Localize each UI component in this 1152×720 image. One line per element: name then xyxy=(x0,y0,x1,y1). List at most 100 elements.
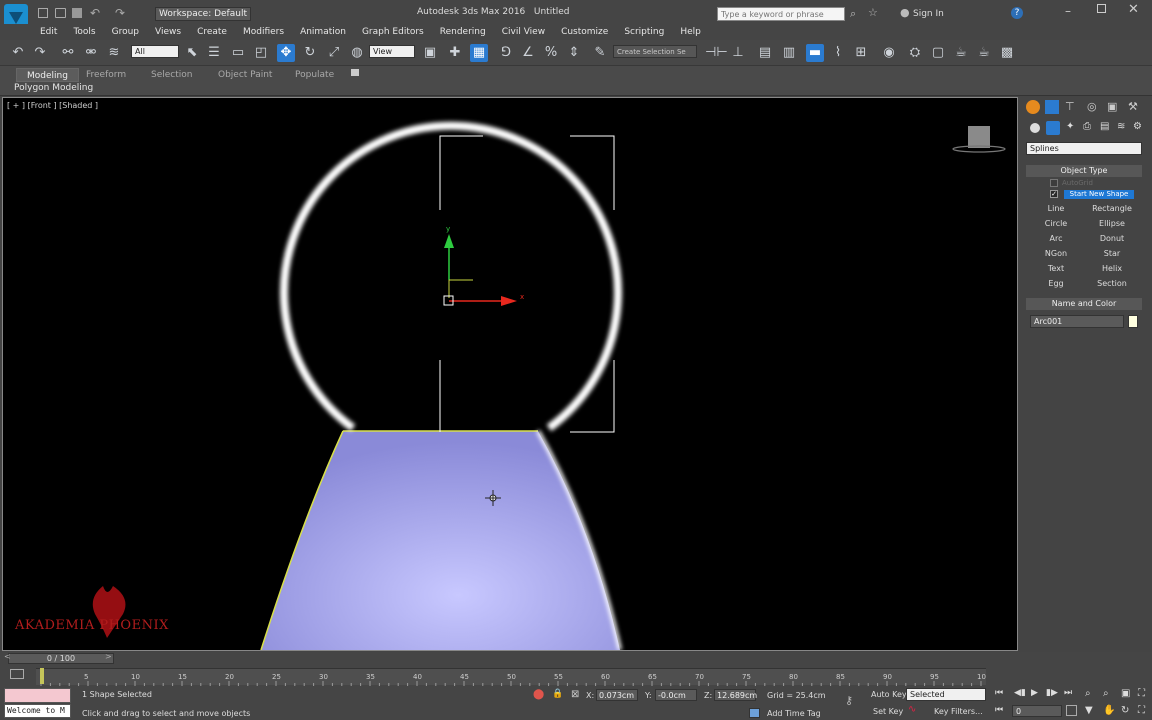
start-new-shape-checkbox[interactable]: ✓ xyxy=(1050,190,1058,198)
ribbon-options-icon[interactable] xyxy=(351,69,359,76)
create-helix-button[interactable]: Helix xyxy=(1086,262,1138,275)
autogrid-checkbox[interactable] xyxy=(1050,179,1058,187)
category-dropdown[interactable]: Splines xyxy=(1026,142,1142,155)
key-mode-dropdown[interactable]: Selected xyxy=(906,688,986,701)
key-filters-button[interactable]: Key Filters... xyxy=(934,707,983,716)
ribbon-tab-modeling[interactable]: Modeling xyxy=(16,68,79,82)
menu-create[interactable]: Create xyxy=(189,24,235,40)
select-by-name-icon[interactable]: ☰ xyxy=(205,44,223,62)
search-icon[interactable]: ⌕ xyxy=(850,7,856,21)
zoom-extents-icon[interactable]: ▣ xyxy=(1121,688,1130,699)
isolate-selection-icon[interactable]: ⬤ xyxy=(533,689,544,700)
scene-explorer-icon[interactable]: ▤ xyxy=(756,44,774,62)
current-frame-marker[interactable] xyxy=(40,668,44,684)
menu-views[interactable]: Views xyxy=(147,24,189,40)
reference-coordinate-dropdown[interactable]: View xyxy=(369,45,415,58)
select-object-icon[interactable]: ⬉ xyxy=(183,44,201,62)
undo-icon[interactable]: ↶ xyxy=(9,44,27,62)
menu-customize[interactable]: Customize xyxy=(553,24,616,40)
render-iterative-icon[interactable]: ☕ xyxy=(975,44,993,62)
category-lights-icon[interactable]: ✦ xyxy=(1066,121,1074,132)
unlink-icon[interactable]: ⚮ xyxy=(82,44,100,62)
create-text-button[interactable]: Text xyxy=(1030,262,1082,275)
time-configuration-icon[interactable] xyxy=(1066,705,1077,716)
link-icon[interactable]: ⚯ xyxy=(59,44,77,62)
star-icon[interactable]: ☆ xyxy=(868,6,878,19)
x-coordinate-field[interactable]: 0.073cm xyxy=(596,689,638,701)
create-ngon-button[interactable]: NGon xyxy=(1030,247,1082,260)
zoom-extents-all-icon[interactable]: ⛶ xyxy=(1138,688,1145,699)
quick-access-save-icon[interactable] xyxy=(72,8,82,18)
create-arc-button[interactable]: Arc xyxy=(1030,232,1082,245)
close-button[interactable]: ✕ xyxy=(1128,2,1139,17)
quick-access-open-icon[interactable] xyxy=(55,8,66,18)
create-line-button[interactable]: Line xyxy=(1030,202,1082,215)
quick-access-redo-icon[interactable]: ↷ xyxy=(115,6,125,20)
menu-tools[interactable]: Tools xyxy=(65,24,103,40)
viewport-front[interactable]: [ + ] [Front ] [Shaded ] y x AKADEMIA PH… xyxy=(2,97,1018,651)
scale-icon[interactable]: ⤢ xyxy=(325,44,343,62)
user-icon[interactable]: ● xyxy=(900,6,910,19)
select-manipulate-icon[interactable]: ✚ xyxy=(446,44,464,62)
object-name-field[interactable]: Arc001 xyxy=(1030,315,1124,328)
category-spacewarps-icon[interactable]: ≋ xyxy=(1117,121,1125,132)
maximize-viewport-icon[interactable]: ⛶ xyxy=(1138,705,1145,716)
panel-tab-display-icon[interactable]: ▣ xyxy=(1107,100,1117,113)
panel-tab-motion-icon[interactable]: ◎ xyxy=(1087,100,1097,113)
angle-snap-icon[interactable]: ∠ xyxy=(519,44,537,62)
create-donut-button[interactable]: Donut xyxy=(1086,232,1138,245)
go-to-end-icon[interactable]: ⏭ xyxy=(1064,688,1072,698)
maxscript-mini-listener-pink[interactable] xyxy=(4,688,71,703)
maxscript-mini-listener-white[interactable]: Welcome to M xyxy=(4,704,71,718)
panel-tab-modify-icon[interactable] xyxy=(1045,100,1059,114)
spinner-snap-icon[interactable]: ⇕ xyxy=(565,44,583,62)
curve-editor-icon[interactable]: ⌇ xyxy=(829,44,847,62)
render-activeshade-icon[interactable]: ▩ xyxy=(998,44,1016,62)
create-ellipse-button[interactable]: Ellipse xyxy=(1086,217,1138,230)
panel-tab-create-icon[interactable] xyxy=(1026,100,1040,114)
start-new-shape-button[interactable]: Start New Shape xyxy=(1064,190,1134,199)
redo-icon[interactable]: ↷ xyxy=(31,44,49,62)
bind-spacewarp-icon[interactable]: ≋ xyxy=(105,44,123,62)
create-section-button[interactable]: Section xyxy=(1086,277,1138,290)
menu-modifiers[interactable]: Modifiers xyxy=(235,24,292,40)
edit-named-selection-icon[interactable]: ✎ xyxy=(591,44,609,62)
key-icon[interactable]: ⚷ xyxy=(845,694,853,707)
keyboard-shortcut-override-icon[interactable]: ▦ xyxy=(470,44,488,62)
quick-access-new-icon[interactable] xyxy=(38,8,48,18)
panel-tab-hierarchy-icon[interactable]: ⊤ xyxy=(1065,100,1075,113)
minimize-button[interactable]: – xyxy=(1065,4,1071,18)
play-icon[interactable]: ▶ xyxy=(1031,688,1038,698)
panel-tab-utilities-icon[interactable]: ⚒ xyxy=(1128,100,1138,113)
category-helpers-icon[interactable]: ▤ xyxy=(1100,121,1109,132)
absolute-mode-icon[interactable]: ⊠ xyxy=(571,689,579,700)
category-geometry-icon[interactable] xyxy=(1030,123,1040,133)
mirror-icon[interactable]: ⊣⊢ xyxy=(705,44,728,62)
ribbon-tab-selection[interactable]: Selection xyxy=(141,68,202,82)
ribbon-subpanel-label[interactable]: Polygon Modeling xyxy=(14,83,93,93)
pan-view-icon[interactable]: ✋ xyxy=(1103,705,1115,716)
ribbon-toggle-icon[interactable]: ▬ xyxy=(806,44,824,62)
previous-frame-icon[interactable]: ◀▮ xyxy=(1014,688,1026,698)
category-systems-icon[interactable]: ⚙ xyxy=(1133,121,1142,132)
rendered-frame-window-icon[interactable]: ▢ xyxy=(929,44,947,62)
create-egg-button[interactable]: Egg xyxy=(1030,277,1082,290)
menu-civil-view[interactable]: Civil View xyxy=(494,24,553,40)
ribbon-tab-freeform[interactable]: Freeform xyxy=(76,68,136,82)
align-icon[interactable]: ⊥ xyxy=(729,44,747,62)
named-selection-dropdown[interactable]: Create Selection Se xyxy=(613,45,697,58)
current-frame-field[interactable]: 0 xyxy=(1012,705,1062,717)
create-star-button[interactable]: Star xyxy=(1086,247,1138,260)
auto-key-button[interactable]: Auto Key xyxy=(871,690,907,699)
selection-lock-icon[interactable]: 🔒 xyxy=(552,689,563,699)
create-rectangle-button[interactable]: Rectangle xyxy=(1086,202,1138,215)
time-slider-prev-icon[interactable]: < xyxy=(4,652,11,661)
menu-group[interactable]: Group xyxy=(104,24,147,40)
workspace-selector[interactable]: Workspace: Default xyxy=(155,7,251,21)
category-cameras-icon[interactable]: ⎙ xyxy=(1083,121,1091,132)
object-type-rollout[interactable]: Object Type xyxy=(1026,165,1142,177)
go-to-start-icon[interactable]: ⏮ xyxy=(995,688,1003,698)
ribbon-tab-object-paint[interactable]: Object Paint xyxy=(208,68,282,82)
zoom-all-icon[interactable]: ⌕ xyxy=(1103,688,1109,699)
menu-edit[interactable]: Edit xyxy=(32,24,65,40)
